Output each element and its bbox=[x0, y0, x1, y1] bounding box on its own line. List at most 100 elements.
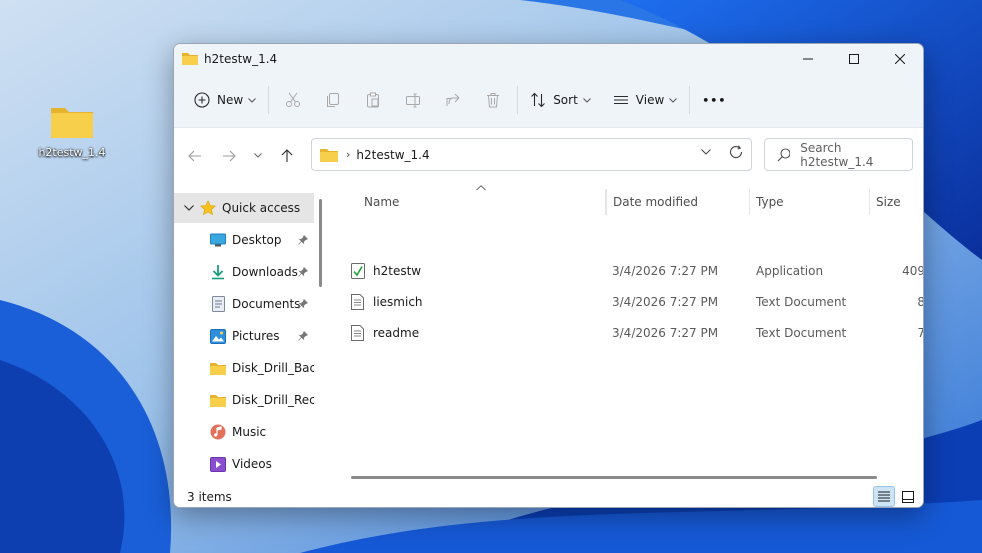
nav-item-label: Videos bbox=[232, 457, 272, 471]
pin-icon[interactable] bbox=[298, 266, 309, 280]
title-bar[interactable]: h2testw_1.4 bbox=[174, 44, 923, 73]
new-button-label: New bbox=[217, 93, 244, 107]
delete-button[interactable] bbox=[473, 84, 513, 116]
file-size: 409 bbox=[902, 264, 924, 278]
refresh-icon[interactable] bbox=[729, 145, 743, 159]
minimize-icon bbox=[803, 58, 813, 59]
maximize-button[interactable] bbox=[831, 44, 877, 73]
arrow-up-icon bbox=[281, 148, 293, 162]
horizontal-scrollbar[interactable] bbox=[351, 476, 877, 479]
column-header-size[interactable]: Size bbox=[870, 189, 923, 215]
nav-item-label: Desktop bbox=[232, 233, 282, 247]
sort-button-label: Sort bbox=[553, 93, 578, 107]
nav-scrollbar[interactable] bbox=[319, 199, 322, 287]
nav-item-videos[interactable]: Videos bbox=[174, 449, 314, 479]
rename-icon bbox=[406, 93, 421, 108]
copy-icon bbox=[327, 93, 340, 107]
paste-icon bbox=[367, 92, 380, 108]
file-size: 7 bbox=[887, 319, 923, 347]
nav-item-disk-drill-backup[interactable]: Disk_Drill_Backu bbox=[174, 353, 314, 383]
breadcrumb-current[interactable]: h2testw_1.4 bbox=[356, 148, 429, 162]
command-bar: New Sort View ••• bbox=[174, 73, 923, 128]
folder-icon bbox=[182, 52, 198, 65]
toolbar-divider bbox=[517, 86, 519, 114]
chevron-down-icon bbox=[254, 153, 262, 158]
desktop-icon bbox=[210, 232, 226, 248]
details-view-button[interactable] bbox=[873, 486, 895, 507]
toolbar-divider bbox=[268, 86, 270, 114]
nav-item-music[interactable]: Music bbox=[174, 417, 314, 447]
search-box[interactable]: Search h2testw_1.4 bbox=[764, 138, 913, 171]
pictures-icon bbox=[210, 328, 226, 344]
forward-button[interactable] bbox=[212, 141, 246, 171]
details-view-icon bbox=[878, 491, 890, 502]
nav-item-downloads[interactable]: Downloads bbox=[174, 257, 314, 287]
pin-icon[interactable] bbox=[298, 330, 309, 344]
new-button[interactable]: New bbox=[186, 84, 264, 116]
address-bar[interactable]: › h2testw_1.4 bbox=[311, 138, 752, 171]
nav-item-desktop[interactable]: Desktop bbox=[174, 225, 314, 255]
column-header-type[interactable]: Type bbox=[750, 189, 870, 215]
pin-icon[interactable] bbox=[298, 234, 309, 248]
chevron-down-icon[interactable] bbox=[182, 205, 196, 211]
nav-item-pictures[interactable]: Pictures bbox=[174, 321, 314, 351]
chevron-down-icon bbox=[669, 97, 678, 103]
address-row: › h2testw_1.4 Search h2testw_1.4 bbox=[174, 128, 923, 183]
close-icon bbox=[895, 53, 905, 64]
view-button[interactable]: View bbox=[605, 84, 685, 116]
file-date: 3/4/2026 7:27 PM bbox=[612, 264, 719, 278]
up-button[interactable] bbox=[270, 141, 304, 171]
search-placeholder: Search h2testw_1.4 bbox=[800, 140, 874, 169]
file-date: 3/4/2026 7:27 PM bbox=[612, 295, 719, 309]
column-header-date[interactable]: Date modified bbox=[606, 189, 750, 215]
recent-locations-button[interactable] bbox=[246, 141, 270, 171]
cut-button[interactable] bbox=[273, 84, 313, 116]
chevron-down-icon bbox=[582, 97, 591, 103]
nav-item-label: Pictures bbox=[232, 329, 280, 343]
file-date: 3/4/2026 7:27 PM bbox=[612, 326, 719, 340]
file-list: Name Date modified Type Size h2testw 3/4… bbox=[331, 183, 924, 485]
paste-button[interactable] bbox=[353, 84, 393, 116]
chevron-down-icon[interactable] bbox=[701, 149, 711, 155]
pin-icon[interactable] bbox=[298, 298, 309, 312]
view-icon bbox=[613, 95, 628, 105]
window-title: h2testw_1.4 bbox=[204, 51, 278, 66]
desktop-icon-label: h2testw_1.4 bbox=[38, 146, 106, 159]
file-name: h2testw bbox=[373, 264, 422, 278]
file-size: 8 bbox=[887, 288, 923, 316]
view-toggle bbox=[873, 486, 919, 507]
folder-icon bbox=[320, 148, 338, 162]
rename-button[interactable] bbox=[393, 84, 433, 116]
nav-item-documents[interactable]: Documents bbox=[174, 289, 314, 319]
copy-button[interactable] bbox=[313, 84, 353, 116]
desktop-folder-h2testw[interactable]: h2testw_1.4 bbox=[34, 102, 110, 159]
tiles-view-button[interactable] bbox=[897, 486, 919, 507]
back-button[interactable] bbox=[178, 141, 212, 171]
application-icon bbox=[351, 263, 367, 279]
table-row[interactable]: h2testw 3/4/2026 7:27 PM Application 409 bbox=[331, 257, 924, 285]
nav-item-disk-drill-recovery[interactable]: Disk_Drill_Recov bbox=[174, 385, 314, 415]
folder-icon bbox=[49, 102, 95, 140]
breadcrumb-separator-icon: › bbox=[346, 148, 351, 161]
file-type: Text Document bbox=[756, 295, 847, 309]
nav-quick-access[interactable]: Quick access bbox=[174, 193, 314, 223]
chevron-down-icon bbox=[248, 97, 257, 103]
navigation-pane: Quick access Desktop Downloads Documents… bbox=[174, 183, 327, 485]
column-header-name[interactable]: Name bbox=[358, 189, 606, 215]
maximize-icon bbox=[849, 53, 859, 64]
minimize-button[interactable] bbox=[785, 44, 831, 73]
table-row[interactable]: liesmich 3/4/2026 7:27 PM Text Document … bbox=[331, 288, 923, 316]
close-button[interactable] bbox=[877, 44, 923, 73]
table-row[interactable]: readme 3/4/2026 7:27 PM Text Document 7 bbox=[331, 319, 923, 347]
view-button-label: View bbox=[635, 93, 665, 107]
text-file-icon bbox=[351, 325, 367, 341]
more-options-button[interactable]: ••• bbox=[694, 84, 734, 116]
share-button[interactable] bbox=[433, 84, 473, 116]
file-name: liesmich bbox=[373, 295, 423, 309]
file-explorer-window: h2testw_1.4 New Sort View ••• › h2testw_… bbox=[173, 43, 924, 508]
sort-button[interactable]: Sort bbox=[522, 84, 599, 116]
column-header-label: Name bbox=[364, 195, 400, 209]
folder-icon bbox=[210, 360, 226, 376]
nav-item-label: Disk_Drill_Backu bbox=[232, 361, 314, 375]
nav-item-label: Disk_Drill_Recov bbox=[232, 393, 314, 407]
